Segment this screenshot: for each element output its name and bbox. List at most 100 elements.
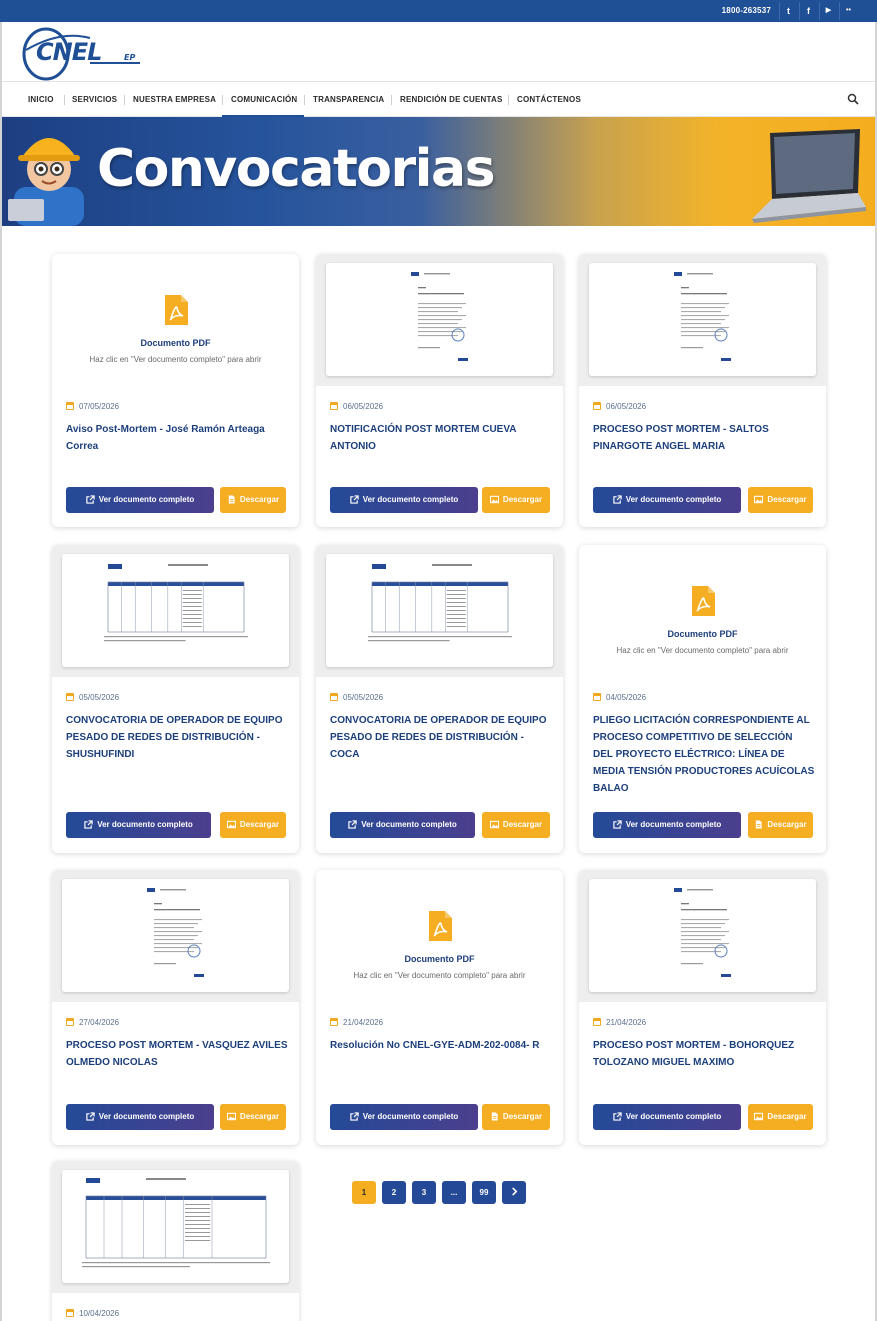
top-bar: 1800-263537 t f ▶ •• [0, 0, 877, 22]
page-button-2[interactable]: 2 [382, 1181, 406, 1204]
view-document-button[interactable]: Ver documento completo [593, 1104, 741, 1130]
twitter-icon[interactable]: t [779, 2, 797, 20]
pdf-hint: Haz clic en "Ver documento completo" par… [89, 355, 262, 364]
youtube-icon[interactable]: ▶ [819, 2, 837, 20]
card-title[interactable]: Aviso Post-Mortem - José Ramón Arteaga C… [66, 421, 288, 455]
page-button-1[interactable]: 1 [352, 1181, 376, 1204]
download-button[interactable]: Descargar [482, 487, 550, 513]
nav-separator [222, 95, 223, 105]
calendar-icon [330, 693, 338, 701]
download-button[interactable]: Descargar [748, 812, 813, 838]
image-icon [226, 820, 236, 829]
image-icon [754, 495, 764, 504]
nav-item-rendicion-de-cuentas[interactable]: RENDICIÓN DE CUENTAS [400, 95, 503, 104]
external-link-icon [613, 820, 622, 829]
document-preview[interactable] [316, 545, 563, 677]
cnel-logo[interactable]: CNEL EP [20, 24, 155, 82]
card-title[interactable]: Resolución No CNEL-GYE-ADM-202-0084- R [330, 1037, 552, 1054]
facebook-icon[interactable]: f [799, 2, 817, 20]
calendar-icon [66, 693, 74, 701]
card-title[interactable]: PROCESO POST MORTEM - SALTOS PINARGOTE A… [593, 421, 815, 455]
document-preview[interactable] [52, 1161, 299, 1293]
view-document-label: Ver documento completo [362, 1112, 459, 1121]
page-button-3[interactable]: 3 [412, 1181, 436, 1204]
document-preview[interactable] [52, 870, 299, 1002]
card-title[interactable]: PLIEGO LICITACIÓN CORRESPONDIENTE AL PRO… [593, 712, 815, 797]
download-button[interactable]: Descargar [220, 812, 286, 838]
document-thumbnail[interactable] [589, 263, 816, 376]
card-date: 07/05/2026 [66, 402, 119, 411]
pdf-file-icon [165, 295, 188, 325]
pdf-file-icon [429, 911, 452, 941]
nav-item-contactenos[interactable]: CONTÁCTENOS [517, 95, 581, 104]
calendar-icon [66, 1309, 74, 1317]
document-page-image [674, 272, 731, 361]
external-link-icon [86, 1112, 95, 1121]
file-icon [228, 495, 235, 504]
flickr-icon[interactable]: •• [839, 2, 857, 20]
document-card: Documento PDF Haz clic en "Ver documento … [579, 545, 826, 853]
download-button[interactable]: Descargar [482, 1104, 550, 1130]
document-thumbnail[interactable] [62, 1170, 289, 1283]
download-button[interactable]: Descargar [748, 1104, 813, 1130]
download-label: Descargar [239, 820, 280, 829]
card-title[interactable]: CONVOCATORIA DE OPERADOR DE EQUIPO PESAD… [330, 712, 552, 763]
download-button[interactable]: Descargar [748, 487, 813, 513]
download-label: Descargar [767, 495, 807, 504]
view-document-button[interactable]: Ver documento completo [66, 812, 211, 838]
page-button-ellipsis: ... [442, 1181, 466, 1204]
card-title[interactable]: PROCESO POST MORTEM - VASQUEZ AVILES OLM… [66, 1037, 288, 1071]
card-date-text: 06/05/2026 [606, 402, 647, 411]
download-button[interactable]: Descargar [220, 1104, 286, 1130]
download-button[interactable]: Descargar [482, 812, 550, 838]
search-icon[interactable] [847, 93, 859, 105]
download-button[interactable]: Descargar [220, 487, 286, 513]
card-title[interactable]: CONVOCATORIA DE OPERADOR DE EQUIPO PESAD… [66, 712, 288, 763]
document-thumbnail[interactable] [326, 263, 553, 376]
card-date-text: 05/05/2026 [343, 693, 384, 702]
document-thumbnail[interactable] [62, 879, 289, 992]
external-link-icon [613, 1112, 622, 1121]
card-title[interactable]: PROCESO POST MORTEM - BOHORQUEZ TOLOZANO… [593, 1037, 815, 1071]
pdf-placeholder[interactable]: Documento PDF Haz clic en "Ver documento … [316, 870, 563, 1002]
image-icon [489, 820, 499, 829]
document-preview[interactable] [316, 254, 563, 386]
view-document-label: Ver documento completo [625, 495, 722, 504]
nav-item-servicios[interactable]: SERVICIOS [72, 95, 117, 104]
file-icon [491, 1112, 498, 1121]
document-preview[interactable] [579, 870, 826, 1002]
nav-item-transparencia[interactable]: TRANSPARENCIA [313, 95, 384, 104]
site-header: CNEL EP [2, 22, 875, 82]
external-link-icon [350, 495, 359, 504]
document-thumbnail[interactable] [62, 554, 289, 667]
download-label: Descargar [767, 820, 807, 829]
card-date-text: 07/05/2026 [79, 402, 120, 411]
view-document-button[interactable]: Ver documento completo [330, 1104, 478, 1130]
external-link-icon [613, 495, 622, 504]
page-button-99[interactable]: 99 [472, 1181, 496, 1204]
document-preview[interactable]: Documento PDF Haz clic en "Ver documento … [316, 870, 563, 1002]
document-thumbnail[interactable] [589, 879, 816, 992]
nav-item-inicio[interactable]: INICIO [28, 95, 54, 104]
card-title[interactable]: NOTIFICACIÓN POST MORTEM CUEVA ANTONIO [330, 421, 552, 455]
nav-item-comunicacion[interactable]: COMUNICACIÓN [231, 95, 297, 104]
view-document-button[interactable]: Ver documento completo [330, 487, 478, 513]
document-preview[interactable] [579, 254, 826, 386]
document-preview[interactable]: Documento PDF Haz clic en "Ver documento … [52, 254, 299, 386]
view-document-button[interactable]: Ver documento completo [593, 487, 741, 513]
document-thumbnail[interactable] [326, 554, 553, 667]
view-document-button[interactable]: Ver documento completo [66, 487, 214, 513]
phone-number[interactable]: 1800-263537 [722, 6, 771, 15]
next-page-button[interactable] [502, 1181, 526, 1204]
view-document-button[interactable]: Ver documento completo [330, 812, 475, 838]
banner-title: Convocatorias [97, 139, 496, 199]
pdf-placeholder[interactable]: Documento PDF Haz clic en "Ver documento … [52, 254, 299, 386]
document-preview[interactable] [52, 545, 299, 677]
nav-item-nuestra-empresa[interactable]: NUESTRA EMPRESA [133, 95, 216, 104]
view-document-button[interactable]: Ver documento completo [66, 1104, 214, 1130]
pdf-placeholder[interactable]: Documento PDF Haz clic en "Ver documento … [579, 545, 826, 677]
card-date: 27/04/2026 [66, 1018, 119, 1027]
download-label: Descargar [502, 1112, 543, 1121]
document-preview[interactable]: Documento PDF Haz clic en "Ver documento … [579, 545, 826, 677]
view-document-button[interactable]: Ver documento completo [593, 812, 741, 838]
